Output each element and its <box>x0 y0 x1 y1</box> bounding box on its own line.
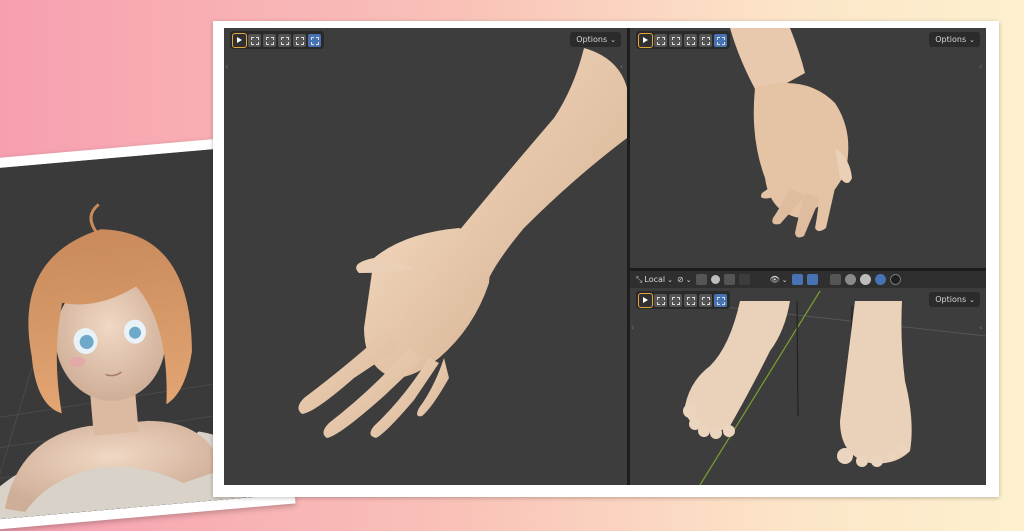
chevron-down-icon: ⌄ <box>610 36 616 44</box>
sidebar-expand-arrow-icon[interactable]: ‹ <box>979 323 985 333</box>
chevron-down-icon: ⌄ <box>667 275 674 284</box>
solid-shading-icon[interactable] <box>859 274 871 285</box>
viewport-top-right[interactable]: Options ⌄ ‹ <box>630 28 986 268</box>
blender-window: Options ⌄ ‹ ‹ Options ⌄ ‹ ⤡ Local ⌄ ⊘ ⌄ … <box>224 28 986 485</box>
rendered-shading-icon[interactable] <box>889 274 901 285</box>
options-label: Options <box>935 35 967 44</box>
extend-selection-icon[interactable] <box>263 33 276 47</box>
viewport-left[interactable]: Options ⌄ ‹ ‹ <box>224 28 627 485</box>
options-dropdown[interactable]: Options ⌄ <box>570 32 621 47</box>
options-dropdown[interactable]: Options ⌄ <box>929 32 980 47</box>
transform-pivot-icon: ⊘ <box>677 275 684 284</box>
transform-orientation-icon: ⤡ <box>636 274 643 284</box>
invert-selection-icon[interactable] <box>293 33 306 47</box>
invert-selection-icon[interactable] <box>699 33 712 47</box>
options-label: Options <box>576 35 608 44</box>
material-shading-icon[interactable] <box>874 274 886 285</box>
overlay-icon[interactable] <box>806 274 818 285</box>
blender-screenshot-card: Options ⌄ ‹ ‹ Options ⌄ ‹ ⤡ Local ⌄ ⊘ ⌄ … <box>213 21 999 497</box>
chevron-down-icon: ⌄ <box>969 36 975 44</box>
transform-orientation-label: Local <box>644 275 666 284</box>
new-selection-icon[interactable] <box>654 293 667 307</box>
pivot-point-dropdown[interactable]: ⊘ ⌄ <box>677 274 692 286</box>
transform-orientation-dropdown[interactable]: ⤡ Local ⌄ <box>636 274 673 286</box>
viewport-bottom-right[interactable]: ⤡ Local ⌄ ⊘ ⌄ 👁 ⌄ Options ⌄ ‹ ‹ <box>630 271 986 485</box>
new-selection-icon[interactable] <box>654 33 667 47</box>
hand-model <box>298 48 627 438</box>
xray-icon[interactable] <box>829 274 841 285</box>
extend-selection-icon[interactable] <box>669 33 682 47</box>
proportional-edit-icon[interactable] <box>723 274 735 285</box>
options-label: Options <box>935 295 967 304</box>
selection-mode-toolbar <box>230 31 324 49</box>
wireframe-shading-icon[interactable] <box>844 274 856 285</box>
new-selection-icon[interactable] <box>248 33 261 47</box>
snap-target-icon[interactable] <box>710 275 720 284</box>
selection-mode-toolbar <box>636 291 730 309</box>
subtract-selection-icon[interactable] <box>684 33 697 47</box>
falloff-icon[interactable] <box>738 274 750 285</box>
subtract-selection-icon[interactable] <box>278 33 291 47</box>
extend-selection-icon[interactable] <box>669 293 682 307</box>
sidebar-expand-arrow-icon[interactable]: ‹ <box>979 62 985 72</box>
cursor-icon[interactable] <box>638 32 653 48</box>
options-dropdown[interactable]: Options ⌄ <box>929 292 980 307</box>
intersect-selection-icon[interactable] <box>714 33 727 47</box>
cursor-icon[interactable] <box>638 292 653 308</box>
invert-selection-icon[interactable] <box>699 293 712 307</box>
visibility-icon: 👁 <box>769 275 780 284</box>
toolbar-expand-arrow-icon[interactable]: ‹ <box>225 62 231 72</box>
visibility-dropdown[interactable]: 👁 ⌄ <box>770 274 788 286</box>
selection-mode-toolbar <box>636 31 730 49</box>
curled-hand-model <box>730 28 852 238</box>
sidebar-expand-arrow-icon[interactable]: ‹ <box>620 62 626 72</box>
subtract-selection-icon[interactable] <box>684 293 697 307</box>
gizmo-icon[interactable] <box>791 274 803 285</box>
cursor-icon[interactable] <box>232 32 247 48</box>
chevron-down-icon: ⌄ <box>781 275 788 284</box>
chevron-down-icon: ⌄ <box>685 275 692 284</box>
intersect-selection-icon[interactable] <box>714 293 727 307</box>
toolbar-expand-arrow-icon[interactable]: ‹ <box>631 323 637 333</box>
snap-icon[interactable] <box>695 274 707 285</box>
viewport-header: ⤡ Local ⌄ ⊘ ⌄ 👁 ⌄ <box>630 271 986 288</box>
chevron-down-icon: ⌄ <box>969 296 975 304</box>
intersect-selection-icon[interactable] <box>308 33 321 47</box>
